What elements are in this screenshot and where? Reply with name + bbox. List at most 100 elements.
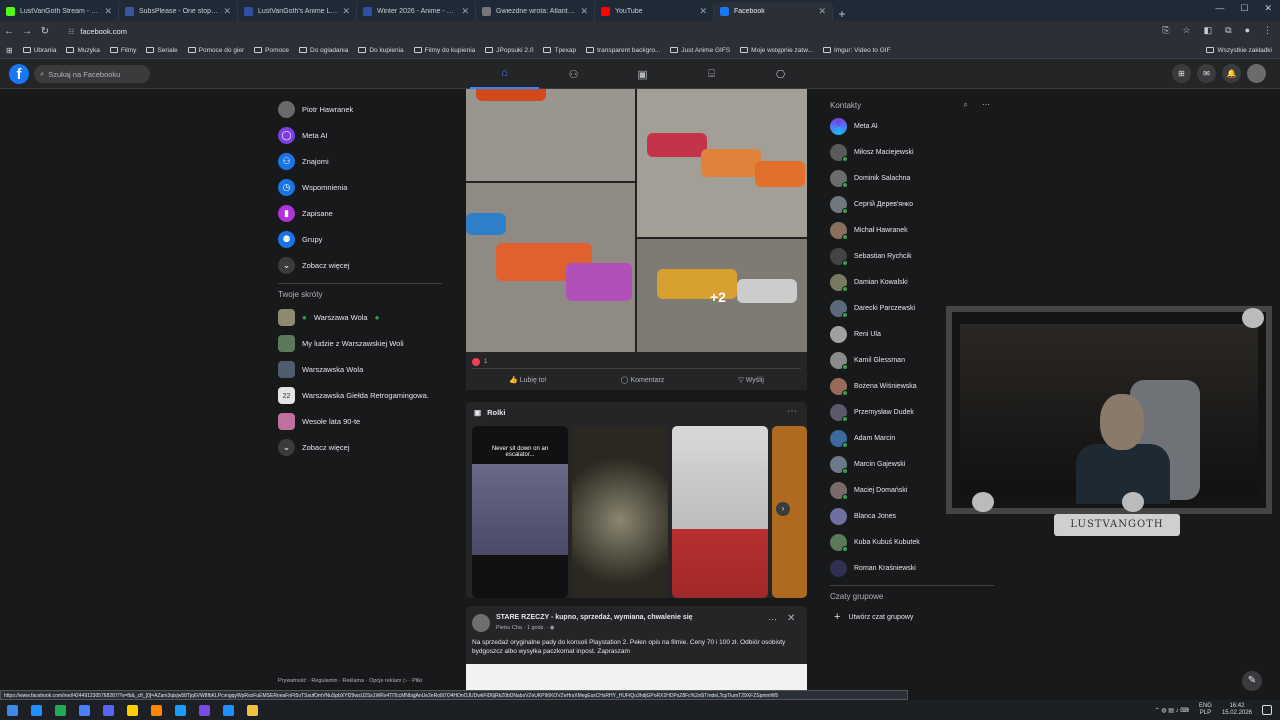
contact-item[interactable]: Damian Kowalski (826, 269, 996, 295)
site-info-icon[interactable]: ☷ (68, 28, 74, 36)
taskbar-app-icon[interactable] (240, 700, 264, 720)
bookmark-star-icon[interactable]: ☆ (1183, 25, 1191, 36)
minimize-icon[interactable]: — (1215, 3, 1224, 14)
shortcut-item[interactable]: 22 Warszawska Giełda Retrogamingowa. (274, 382, 444, 408)
marketplace-icon[interactable]: ⌸ (677, 59, 746, 89)
close-icon[interactable]: ✕ (787, 613, 795, 624)
apps-icon[interactable]: ⊞ (6, 46, 13, 55)
bookmark-item[interactable]: Seriale (146, 47, 178, 54)
sidebar-item[interactable]: Piotr Hawranek (274, 96, 444, 122)
sidebar-item[interactable]: ◷ Wspomnienia (274, 174, 444, 200)
profile-icon[interactable]: ● (1245, 25, 1250, 36)
reload-icon[interactable]: ↻ (36, 26, 54, 37)
install-icon[interactable]: ⎘ (1162, 25, 1169, 36)
browser-tab[interactable]: SubsPlease - One stop shop fo ✕ (119, 2, 238, 21)
bookmark-item[interactable]: Do ogladania (299, 47, 348, 54)
notification-center-icon[interactable] (1262, 705, 1272, 715)
notifications-icon[interactable]: 🔔 (1222, 64, 1241, 83)
gaming-icon[interactable]: ⎔ (746, 59, 815, 89)
comment-button[interactable]: ◯ Komentarz (621, 376, 665, 384)
messenger-icon[interactable]: ✉ (1197, 64, 1216, 83)
tab-close-icon[interactable]: ✕ (104, 6, 112, 17)
extension-icon[interactable]: ◧ (1204, 25, 1213, 36)
taskbar-app-icon[interactable] (120, 700, 144, 720)
taskbar-app-icon[interactable] (96, 700, 120, 720)
reel-card[interactable]: Never sit down on an escalator... (472, 426, 568, 598)
bookmark-item[interactable]: transparent backgro... (586, 47, 660, 54)
contact-item[interactable]: Sebastian Rychcik (826, 243, 996, 269)
next-arrow-icon[interactable]: › (776, 502, 790, 516)
back-icon[interactable]: ← (0, 26, 18, 37)
forward-icon[interactable]: → (18, 26, 36, 37)
browser-tab[interactable]: YouTube ✕ (595, 2, 714, 21)
tab-close-icon[interactable]: ✕ (342, 6, 350, 17)
reel-card[interactable] (572, 426, 668, 598)
post-options-icon[interactable]: ⋯ (768, 614, 777, 625)
bookmark-item[interactable]: Just Anime GIFS (670, 47, 730, 54)
shortcut-item[interactable]: Wesołe lata 90-te (274, 408, 444, 434)
new-message-icon[interactable]: ✎ (1242, 671, 1262, 691)
reels-options-icon[interactable]: ⋯ (787, 406, 797, 417)
browser-tab[interactable]: Winter 2026 - Anime - MyAnim ✕ (357, 2, 476, 21)
start-icon[interactable] (0, 700, 24, 720)
account-avatar[interactable] (1247, 64, 1266, 83)
photo-1[interactable] (466, 89, 635, 181)
taskbar-app-icon[interactable] (144, 700, 168, 720)
bookmark-item[interactable]: Tpexap (543, 47, 576, 54)
tab-close-icon[interactable]: ✕ (580, 6, 588, 17)
group-avatar[interactable] (472, 614, 490, 632)
shortcut-item[interactable]: ● Warszawa Wola ● (274, 304, 444, 330)
contact-item[interactable]: Miłosz Maciejewski (826, 139, 996, 165)
tab-close-icon[interactable]: ✕ (818, 6, 826, 17)
sidebar-item[interactable]: ◯ Meta AI (274, 122, 444, 148)
facebook-search-input[interactable]: ⌕ Szukaj na Facebooku (34, 65, 150, 83)
menu-icon[interactable]: ⋮ (1263, 25, 1272, 36)
taskbar-app-icon[interactable] (216, 700, 240, 720)
sidebar-item[interactable]: ▮ Zapisane (274, 200, 444, 226)
bookmark-item[interactable]: Ubrania (22, 47, 56, 54)
bookmark-item[interactable]: JPopsuki 2.0 (485, 47, 533, 54)
bookmark-item[interactable]: Imgur: Video to GIF (822, 47, 891, 54)
browser-tab[interactable]: LustVanGoth's Anime List - My ✕ (238, 2, 357, 21)
facebook-logo[interactable]: f (9, 64, 29, 84)
taskbar-app-icon[interactable] (168, 700, 192, 720)
bookmark-item[interactable]: Pomoce (254, 47, 289, 54)
options-icon[interactable]: ⋯ (982, 100, 990, 110)
taskbar-app-icon[interactable] (24, 700, 48, 720)
create-group-chat-button[interactable]: + Utwórz czat grupowy (826, 606, 996, 628)
clock[interactable]: 16:42 15.02.2026 (1222, 703, 1252, 717)
group-post-title[interactable]: STARE RZECZY - kupno, sprzedaż, wymiana,… (496, 614, 693, 621)
language-indicator[interactable]: ENG PLP (1199, 703, 1212, 717)
all-bookmarks[interactable]: Wszystkie zakładki (1206, 47, 1272, 54)
bookmark-item[interactable]: Muzyka (66, 47, 100, 54)
shortcut-item[interactable]: ⌄ Zobacz więcej (274, 434, 444, 460)
maximize-icon[interactable]: ☐ (1240, 3, 1248, 14)
reactions[interactable]: 1 (472, 356, 801, 368)
watch-icon[interactable]: ▣ (608, 59, 677, 89)
photo-3[interactable] (466, 183, 635, 352)
footer-links[interactable]: Prywatność · Regulamin · Reklama · Opcje… (278, 678, 422, 684)
contact-item[interactable]: Meta AI (826, 113, 996, 139)
browser-tab[interactable]: Gwiezdne wrota: Atlantyda / St ✕ (476, 2, 595, 21)
taskbar-app-icon[interactable] (72, 700, 96, 720)
contact-item[interactable]: Сергій Дерев'янко (826, 191, 996, 217)
close-window-icon[interactable]: ✕ (1264, 3, 1272, 14)
photo-2[interactable] (637, 89, 807, 237)
sidebar-item[interactable]: ⌄ Zobacz więcej (274, 252, 444, 278)
tab-close-icon[interactable]: ✕ (461, 6, 469, 17)
taskbar-app-icon[interactable] (48, 700, 72, 720)
friends-icon[interactable]: ⚇ (539, 59, 608, 89)
taskbar-app-icon[interactable] (192, 700, 216, 720)
share-button[interactable]: ▽ Wyślij (738, 376, 764, 384)
bookmark-item[interactable]: Filmy do kupienia (413, 47, 475, 54)
bookmark-item[interactable]: Do kupienia (358, 47, 404, 54)
shortcut-item[interactable]: My ludzie z Warszawskiej Woli (274, 330, 444, 356)
menu-grid-icon[interactable]: ⊞ (1172, 64, 1191, 83)
shortcut-item[interactable]: Warszawska Wola (274, 356, 444, 382)
browser-tab[interactable]: LustVanGoth Stream - Watch Li ✕ (0, 2, 119, 21)
contact-item[interactable]: Michał Hawranek (826, 217, 996, 243)
like-button[interactable]: 👍 Lubię to! (509, 376, 547, 384)
browser-tab[interactable]: Facebook ✕ (714, 2, 833, 21)
bookmark-item[interactable]: Moje wstępnie zatw... (740, 47, 813, 54)
contact-item[interactable]: Dominik Salachna (826, 165, 996, 191)
